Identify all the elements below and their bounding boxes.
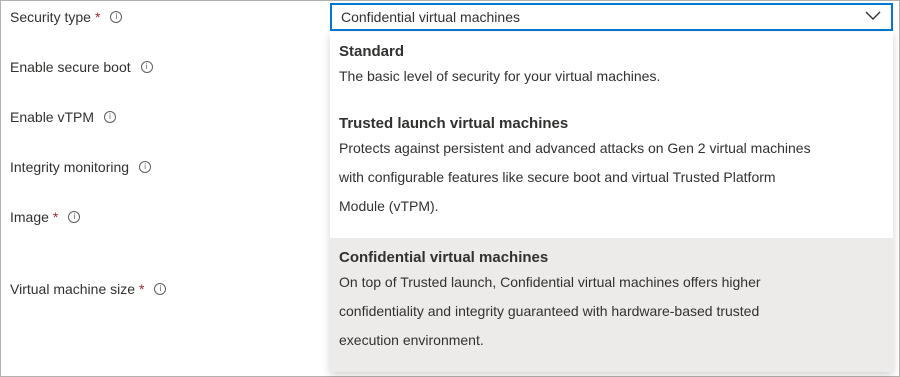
option-title: Trusted launch virtual machines [339,115,569,132]
vtpm-label-text: Enable vTPM [10,109,95,125]
image-label-text: Image [10,209,49,225]
option-confidential-vm[interactable]: Confidential virtual machines On top of … [330,238,893,372]
form-panel: Security type * i Enable secure boot i E… [0,0,900,377]
security-type-label-text: Security type [10,9,91,25]
required-marker: * [52,209,59,225]
security-type-select[interactable]: Confidential virtual machines [330,3,893,31]
option-title: Confidential virtual machines [339,249,549,266]
security-type-label: Security type * i [10,9,123,25]
required-marker: * [94,9,101,25]
info-icon[interactable]: i [68,211,81,223]
secure-boot-label-text: Enable secure boot [10,59,131,75]
integrity-monitoring-label: Integrity monitoring i [10,159,152,175]
option-title: Standard [339,43,405,60]
option-description: Protects against persistent and advanced… [339,140,811,214]
option-standard[interactable]: Standard The basic level of security for… [330,32,893,104]
vm-size-label-text: Virtual machine size [10,281,136,297]
chevron-down-icon[interactable] [865,11,881,21]
security-type-dropdown: Standard The basic level of security for… [330,32,893,372]
integrity-label-text: Integrity monitoring [10,159,130,175]
info-icon[interactable]: i [140,61,153,73]
image-label: Image * i [10,209,81,225]
info-icon[interactable]: i [110,11,123,23]
required-marker: * [139,281,145,297]
option-description: On top of Trusted launch, Confidential v… [339,274,761,348]
vm-size-label: Virtual machine size * i [10,281,167,297]
option-trusted-launch[interactable]: Trusted launch virtual machines Protects… [330,104,893,238]
info-icon[interactable]: i [154,283,167,295]
security-type-select-value: Confidential virtual machines [341,9,520,25]
info-icon[interactable]: i [104,111,117,123]
vtpm-label: Enable vTPM i [10,109,117,125]
option-description: The basic level of security for your vir… [339,68,661,84]
secure-boot-label: Enable secure boot i [10,59,153,75]
info-icon[interactable]: i [139,161,152,173]
